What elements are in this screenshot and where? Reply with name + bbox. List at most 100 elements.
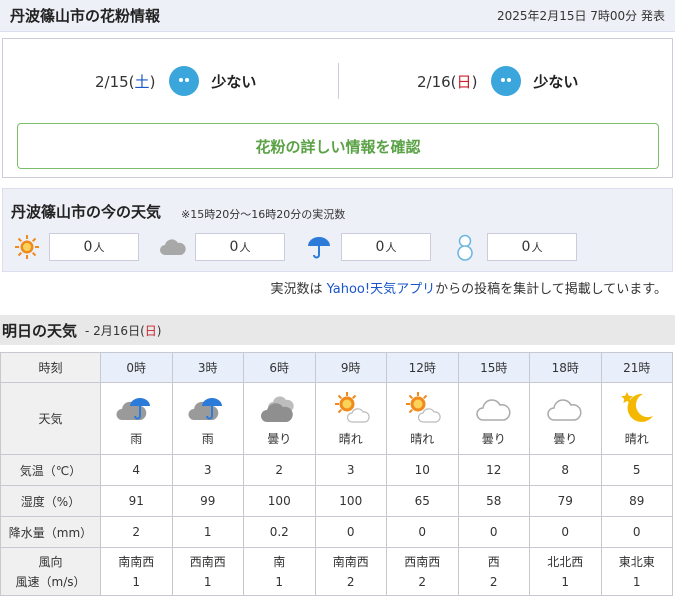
pollen-level: 少ない	[533, 72, 579, 91]
wind-cell: 西南西 1	[171, 547, 244, 596]
umbrella-icon	[305, 233, 333, 261]
pollen-date: 2/15(土)	[95, 72, 156, 91]
count-value: 0人	[487, 233, 577, 261]
weather-cell: 曇り	[243, 382, 316, 455]
weather-cell: 雨	[171, 382, 244, 455]
moon-star-icon	[620, 392, 653, 422]
precip-cell: 0	[457, 516, 530, 548]
sun-cloud-icon	[406, 392, 441, 423]
cloud-icon	[159, 233, 187, 261]
precip-cell: 0	[529, 516, 602, 548]
pollen-face-icon	[491, 66, 522, 96]
current-weather-title: 丹波篠山市の今の天気	[11, 203, 162, 221]
temp-cell: 10	[386, 454, 459, 486]
cloud-icon	[476, 399, 511, 421]
source-note: 実況数は Yahoo!天気アプリからの投稿を集計して掲載しています。	[270, 282, 667, 297]
hour-cell: 21時	[600, 352, 673, 383]
humidity-cell: 100	[314, 485, 387, 517]
temp-cell: 3	[171, 454, 244, 486]
temp-cell: 12	[457, 454, 530, 486]
count-value: 0人	[49, 233, 139, 261]
hour-cell: 0時	[100, 352, 173, 383]
pollen-face-icon	[169, 66, 200, 96]
precip-cell: 0.2	[243, 516, 316, 548]
count-value: 0人	[195, 233, 285, 261]
row-label-temp: 気温（℃）	[0, 454, 101, 486]
precip-cell: 0	[386, 516, 459, 548]
sun-cloud-icon	[334, 392, 370, 423]
row-label-wind: 風向 風速（m/s）	[0, 547, 101, 596]
precip-cell: 1	[171, 516, 244, 548]
count-value: 0人	[341, 233, 431, 261]
row-label-humidity: 湿度（%）	[0, 485, 101, 517]
wind-cell: 南南西 1	[100, 547, 173, 596]
sun-icon	[13, 233, 41, 261]
weather-cell: 晴れ	[386, 382, 459, 455]
row-label-time: 時刻	[0, 352, 101, 383]
temp-cell: 5	[600, 454, 673, 486]
tomorrow-header: 明日の天気 - 2月16日(日)	[0, 315, 675, 345]
humidity-cell: 100	[243, 485, 316, 517]
humidity-cell: 65	[386, 485, 459, 517]
snowman-icon	[451, 233, 479, 261]
weather-cell: 雨	[100, 382, 173, 455]
count-rainy: 0人	[305, 233, 431, 261]
precip-cell: 0	[600, 516, 673, 548]
time-row: 時刻 0時 3時 6時 9時 12時 15時 18時 21時	[0, 352, 673, 383]
wind-cell: 西南西 2	[386, 547, 459, 596]
hour-cell: 15時	[457, 352, 530, 383]
cloud-icon	[547, 399, 582, 421]
wind-row: 風向 風速（m/s） 南南西 1 西南西 1 南1 南南西 2 西南西 2 西2 北北西 1…	[0, 547, 673, 596]
current-weather-note: ※15時20分～16時20分の実況数	[181, 208, 346, 221]
weather-cell: 晴れ	[600, 382, 673, 455]
hour-cell: 12時	[386, 352, 459, 383]
divider	[338, 63, 339, 99]
pollen-issued-time: 2025年2月15日 7時00分 発表	[497, 9, 665, 23]
current-weather-box: 丹波篠山市の今の天気 ※15時20分～16時20分の実況数 0人 0人 0人 0…	[2, 188, 673, 272]
forecast-table: 時刻 0時 3時 6時 9時 12時 15時 18時 21時 天気 雨 雨 曇り…	[0, 352, 673, 596]
pollen-title: 丹波篠山市の花粉情報	[10, 7, 161, 25]
hour-cell: 6時	[243, 352, 316, 383]
wind-cell: 西2	[457, 547, 530, 596]
temp-row: 気温（℃） 4 3 2 3 10 12 8 5	[0, 454, 673, 486]
wind-cell: 東北東 1	[600, 547, 673, 596]
hour-cell: 3時	[171, 352, 244, 383]
humidity-cell: 89	[600, 485, 673, 517]
row-label-precip: 降水量（mm）	[0, 516, 101, 548]
hour-cell: 18時	[529, 352, 602, 383]
cloud-umbrella-icon	[116, 398, 151, 420]
pollen-level: 少ない	[211, 72, 257, 91]
humidity-cell: 99	[171, 485, 244, 517]
pollen-day-today: 2/15(土) 少ない	[95, 63, 256, 99]
tomorrow-title: 明日の天気	[2, 321, 78, 340]
clouds-icon	[261, 396, 294, 422]
temp-cell: 8	[529, 454, 602, 486]
temp-cell: 2	[243, 454, 316, 486]
humidity-cell: 91	[100, 485, 173, 517]
row-label-weather: 天気	[0, 382, 101, 455]
precip-cell: 0	[314, 516, 387, 548]
humidity-row: 湿度（%） 91 99 100 100 65 58 79 89	[0, 485, 673, 517]
wind-cell: 南1	[243, 547, 316, 596]
temp-cell: 3	[314, 454, 387, 486]
pollen-date: 2/16(日)	[417, 72, 478, 91]
yahoo-weather-app-link[interactable]: Yahoo!天気アプリ	[327, 282, 435, 297]
weather-cell: 晴れ	[314, 382, 387, 455]
count-snowy: 0人	[451, 233, 577, 261]
pollen-detail-button[interactable]: 花粉の詳しい情報を確認	[17, 123, 659, 169]
weather-cell: 曇り	[529, 382, 602, 455]
temp-cell: 4	[100, 454, 173, 486]
precip-row: 降水量（mm） 2 1 0.2 0 0 0 0 0	[0, 516, 673, 548]
pollen-forecast-box: 2/15(土) 少ない 2/16(日) 少ない 花粉の詳しい情報を確認	[2, 38, 673, 178]
pollen-day-tomorrow: 2/16(日) 少ない	[417, 63, 578, 99]
precip-cell: 2	[100, 516, 173, 548]
pollen-header: 丹波篠山市の花粉情報 2025年2月15日 7時00分 発表	[0, 0, 675, 32]
humidity-cell: 58	[457, 485, 530, 517]
cloud-umbrella-icon	[188, 398, 222, 420]
weather-row: 天気 雨 雨 曇り 晴れ 晴れ 曇り 曇り 晴れ	[0, 382, 673, 455]
humidity-cell: 79	[529, 485, 602, 517]
wind-cell: 南南西 2	[314, 547, 387, 596]
hour-cell: 9時	[314, 352, 387, 383]
count-sunny: 0人	[13, 233, 139, 261]
tomorrow-date: - 2月16日(日)	[85, 323, 162, 338]
